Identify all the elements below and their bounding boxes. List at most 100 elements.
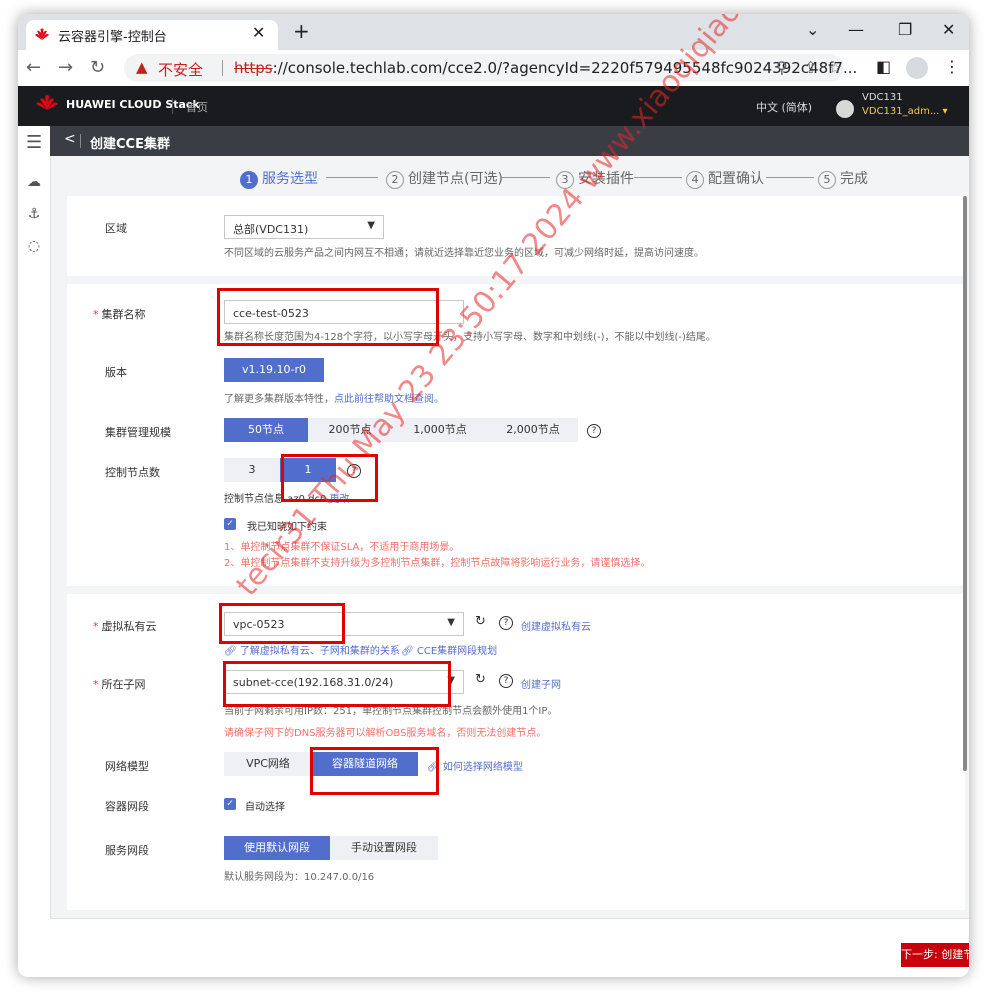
control-option-3[interactable]: 3 <box>224 458 280 482</box>
sidepanel-icon[interactable]: ◧ <box>876 57 891 76</box>
scale-label: 集群管理规模 <box>105 426 171 439</box>
auto-select-text: 自动选择 <box>245 802 285 813</box>
vpc-relation-link[interactable]: 🔗︎ 了解虚拟私有云、子网和集群的关系 <box>224 642 400 657</box>
next-button[interactable]: 下一步: 创建节点 <box>901 943 969 967</box>
browser-tab[interactable]: 云容器引擎-控制台 ✕ <box>26 20 278 50</box>
step-connector <box>634 177 682 178</box>
link-icon: 🔗︎ <box>401 646 414 657</box>
forward-icon[interactable]: → <box>58 57 73 78</box>
browser-titlebar: 云容器引擎-控制台 ✕ + ⌄ — ❐ ✕ <box>18 14 969 50</box>
chat-icon[interactable]: ◌ <box>26 238 42 254</box>
user-menu[interactable]: VDC131_adm... ▾ <box>862 106 948 117</box>
minimize-icon[interactable]: — <box>848 20 864 39</box>
version-button[interactable]: v1.19.10-r0 <box>224 358 324 382</box>
model-option-vpc[interactable]: VPC网络 <box>224 752 312 776</box>
network-model-label: 网络模型 <box>105 760 149 773</box>
chevron-down-icon: ▼ <box>447 617 455 628</box>
url-scheme: https <box>234 59 273 77</box>
step-1: 1 服务选型 <box>240 168 318 189</box>
home-link[interactable]: 首页 <box>186 99 208 115</box>
url-rest: ://console.techlab.com/cce2.0/?agencyId=… <box>272 59 858 77</box>
anchor-icon[interactable]: ⚓ <box>26 206 42 222</box>
menu-kebab-icon[interactable]: ⋮ <box>944 57 960 76</box>
cce-cidr-link[interactable]: 🔗︎ CCE集群网段规划 <box>401 642 497 657</box>
step-5: 5 完成 <box>818 168 868 189</box>
step-2: 2 创建节点(可选) <box>386 168 503 189</box>
tab-title: 云容器引擎-控制台 <box>58 30 167 45</box>
help-icon[interactable]: ? <box>499 674 513 688</box>
star-icon[interactable]: ☆ <box>828 58 842 77</box>
wizard-steps: 1 服务选型 2 创建节点(可选) 3 安装插件 4 配置确认 5 完成 <box>50 156 969 196</box>
service-option-manual[interactable]: 手动设置网段 <box>330 836 438 860</box>
subnet-label: * 所在子网 <box>93 678 146 691</box>
version-label: 版本 <box>105 366 127 379</box>
network-panel: * 虚拟私有云 vpc-0523 ▼ ↻ ? 创建虚拟私有云 🔗︎ 了解虚拟私有云… <box>67 594 965 910</box>
new-tab-icon[interactable]: + <box>293 19 310 43</box>
network-model-link[interactable]: 🔗︎ 如何选择网络模型 <box>427 758 523 773</box>
restore-icon[interactable]: ❐ <box>898 20 912 39</box>
url-text[interactable]: https://console.techlab.com/cce2.0/?agen… <box>234 59 857 77</box>
service-option-default[interactable]: 使用默认网段 <box>224 836 330 860</box>
vpc-label: * 虚拟私有云 <box>93 620 157 633</box>
page-title: 创建CCE集群 <box>90 137 170 152</box>
refresh-icon[interactable]: ↻ <box>475 672 486 687</box>
huawei-logo-icon <box>36 95 58 110</box>
step-4: 4 配置确认 <box>686 168 764 189</box>
hamburger-menu-icon[interactable]: ☰ <box>26 132 42 153</box>
create-vpc-link[interactable]: 创建虚拟私有云 <box>521 618 591 633</box>
scale-option-2000[interactable]: 2,000节点 <box>488 418 578 442</box>
browser-window: 云容器引擎-控制台 ✕ + ⌄ — ❐ ✕ ← → ↻ ▲ 不安全 https:… <box>18 14 969 977</box>
address-bar: ← → ↻ ▲ 不安全 https://console.techlab.com/… <box>18 50 969 86</box>
header-divider <box>172 98 173 114</box>
help-icon[interactable]: ? <box>587 424 601 438</box>
help-icon[interactable]: ? <box>499 616 513 630</box>
security-warning[interactable]: 不安全 <box>158 59 203 80</box>
back-icon[interactable]: ← <box>26 57 41 78</box>
annotation-box <box>310 747 439 795</box>
user-avatar[interactable] <box>836 100 854 118</box>
cloud-icon[interactable]: ☁ <box>26 174 42 190</box>
reload-icon[interactable]: ↻ <box>90 57 105 78</box>
annotation-box <box>219 603 345 644</box>
step-connector <box>326 177 378 178</box>
region-hint: 不同区域的云服务产品之间内网互不相通；请就近选择靠近您业务的区域，可减少网络时延… <box>224 248 704 259</box>
brand-name[interactable]: HUAWEI CLOUD Stack <box>66 98 200 111</box>
language-selector[interactable]: 中文 (简体) <box>756 99 812 115</box>
refresh-icon[interactable]: ↻ <box>475 614 486 629</box>
link-icon: 🔗︎ <box>224 646 237 657</box>
region-value: 总部(VDC131) <box>233 223 309 236</box>
profile-avatar[interactable] <box>906 57 928 79</box>
scrollbar[interactable] <box>963 196 967 771</box>
annotation-box <box>223 661 451 707</box>
control-nodes-label: 控制节点数 <box>105 466 160 479</box>
service-cidr-hint: 默认服务网段为：10.247.0.0/16 <box>224 872 375 883</box>
agree-checkbox[interactable]: ✓ <box>224 518 236 530</box>
scale-option-50[interactable]: 50节点 <box>224 418 308 442</box>
page-subheader: < 创建CCE集群 <box>50 126 969 156</box>
back-button[interactable]: < <box>64 131 76 147</box>
omnibox[interactable]: ▲ 不安全 https://console.techlab.com/cce2.0… <box>124 54 857 82</box>
share-icon[interactable]: ⇪ <box>804 58 817 77</box>
huawei-logo-icon <box>35 28 49 40</box>
window-close-icon[interactable]: ✕ <box>942 20 955 39</box>
subnet-warning: 请确保子网下的DNS服务器可以解析OBS服务域名，否则无法创建节点。 <box>224 728 547 739</box>
tab-close-icon[interactable]: ✕ <box>252 23 265 42</box>
cluster-name-label: * 集群名称 <box>93 308 146 321</box>
omnibox-divider <box>222 60 223 76</box>
console-header: HUAWEI CLOUD Stack 首页 中文 (简体) VDC131 VDC… <box>18 86 969 126</box>
create-subnet-link[interactable]: 创建子网 <box>521 676 561 691</box>
container-cidr-label: 容器网段 <box>105 800 149 813</box>
region-select[interactable]: 总部(VDC131) ▼ <box>224 215 384 239</box>
warning-icon: ▲ <box>136 58 148 76</box>
tab-search-icon[interactable]: ⌄ <box>806 20 819 39</box>
vdc-name: VDC131 <box>862 92 903 103</box>
zoom-icon[interactable]: ⚲ <box>776 58 788 77</box>
subheader-divider <box>80 134 81 148</box>
page-footer: 下一步: 创建节点 <box>50 918 969 977</box>
step-connector <box>766 177 814 178</box>
left-rail: ☰ ☁ ⚓ ◌ <box>18 126 51 977</box>
auto-select-checkbox[interactable]: ✓ <box>224 798 236 810</box>
service-cidr-label: 服务网段 <box>105 844 149 857</box>
chevron-down-icon: ▼ <box>367 220 375 231</box>
cluster-panel: * 集群名称 cce-test-0523 集群名称长度范围为4-128个字符，以小… <box>67 284 965 586</box>
